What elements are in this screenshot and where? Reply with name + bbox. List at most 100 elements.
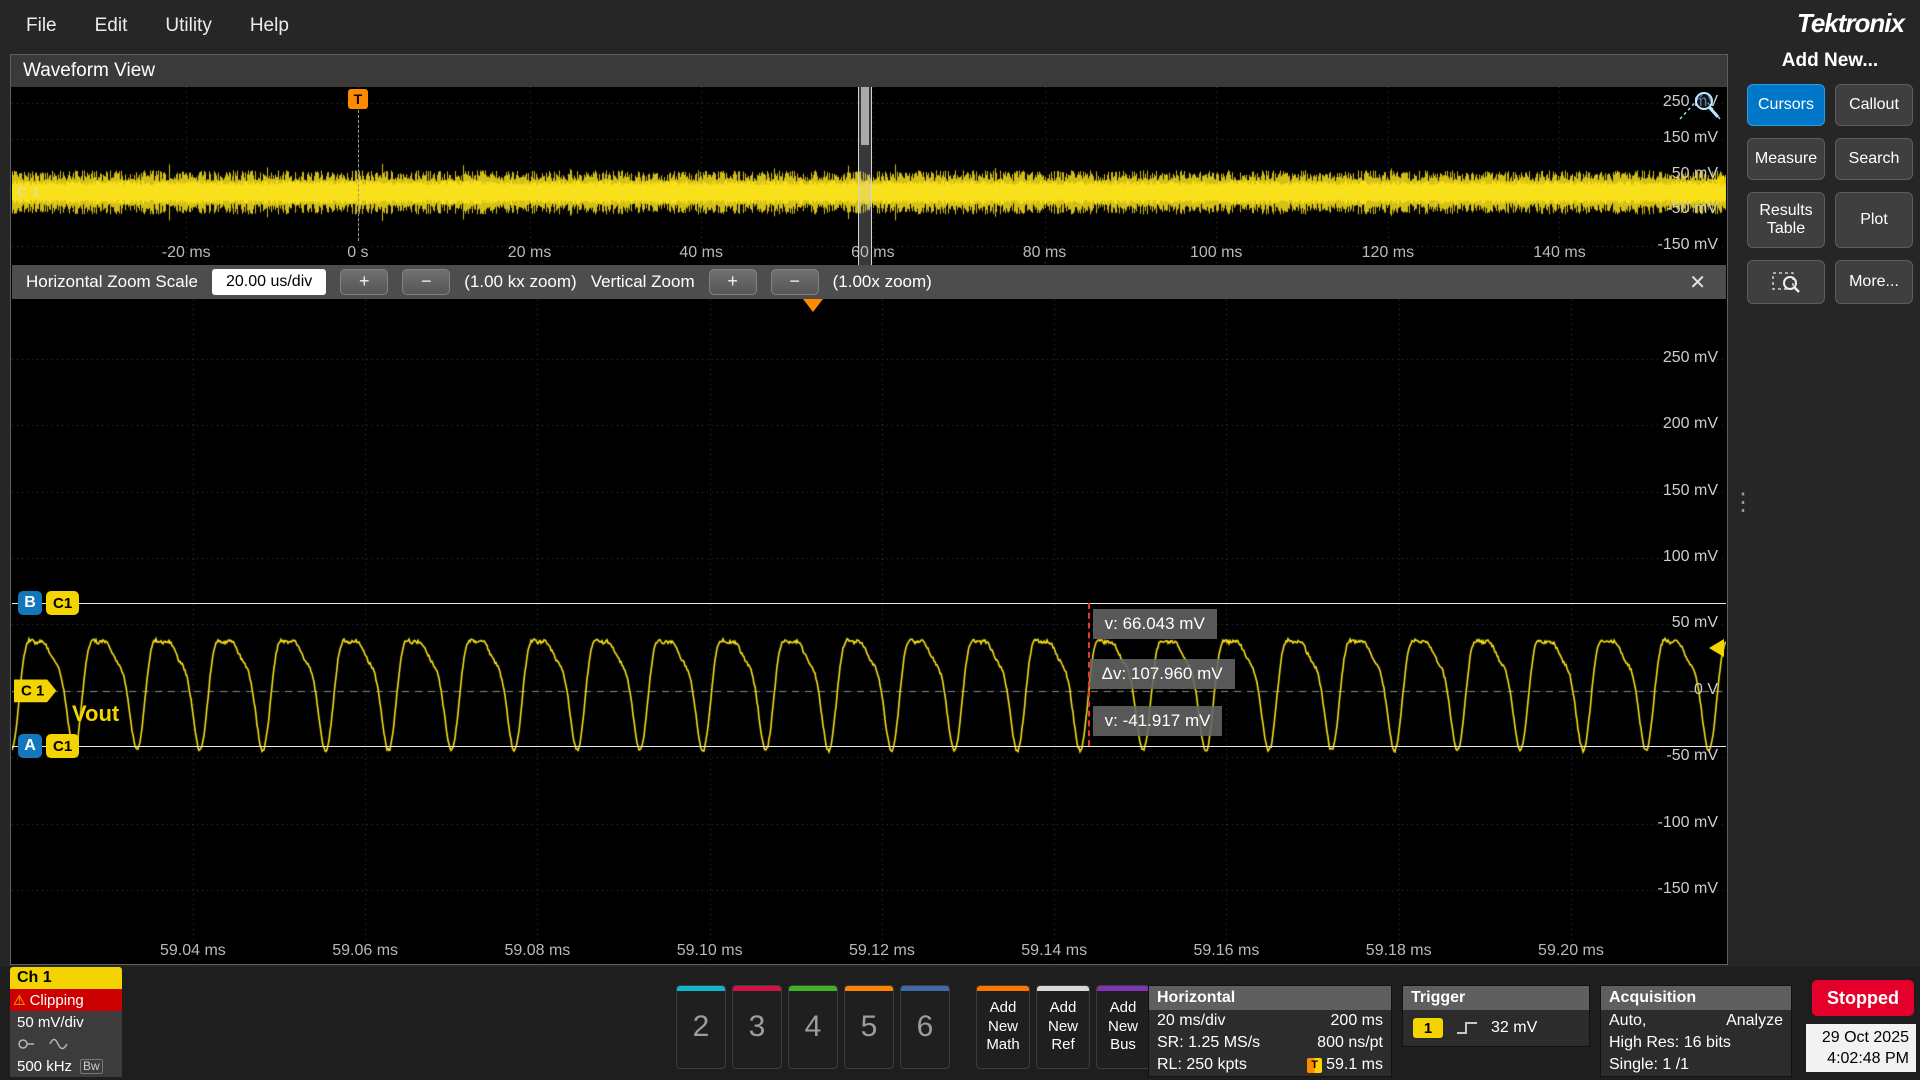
voltage-tick-label: 100 mV — [1663, 548, 1718, 566]
add-channel-4-button[interactable]: 4 — [788, 985, 838, 1069]
time-tick-label: 59.10 ms — [670, 942, 750, 960]
more-button[interactable]: More... — [1835, 260, 1913, 304]
status-bar: Ch 1 ⚠ Clipping 50 mV/div 500 kHz Bw — [0, 967, 1920, 1080]
add-new-math-button[interactable]: Add New Math — [976, 985, 1030, 1069]
hzoom-increase-button[interactable]: + — [340, 269, 388, 295]
trigger-flag[interactable]: T — [348, 89, 368, 109]
acquisition-panel[interactable]: Acquisition Auto, Analyze High Res: 16 b… — [1600, 985, 1792, 1077]
acquisition-mode-row: Auto, Analyze — [1601, 1010, 1791, 1032]
cursor-a-line[interactable] — [12, 746, 1726, 747]
zoom-close-button[interactable]: ✕ — [1683, 270, 1712, 295]
hzoom-scale-value[interactable]: 20.00 us/div — [212, 269, 326, 295]
voltage-tick-label: 0 V — [1694, 681, 1718, 699]
trigger-panel[interactable]: Trigger 1 32 mV — [1402, 985, 1590, 1047]
channel1-scale[interactable]: 50 mV/div — [10, 1011, 122, 1033]
cursor-a-badge[interactable]: A C1 — [18, 734, 79, 758]
add-channel-3-button[interactable]: 3 — [732, 985, 782, 1069]
zoom-magnifier-icon[interactable] — [1676, 89, 1722, 125]
vzoom-increase-button[interactable]: + — [709, 269, 757, 295]
add-callout-button[interactable]: Callout — [1835, 84, 1913, 126]
sine-wave-icon — [49, 1037, 69, 1051]
voltage-tick-label: -50 mV — [1666, 747, 1718, 765]
add-channel-6-button[interactable]: 6 — [900, 985, 950, 1069]
time-tick-label: 100 ms — [1176, 244, 1256, 262]
cursor-b-line[interactable] — [12, 603, 1726, 604]
app-root: File Edit Utility Help Tektronix Wavefor… — [0, 0, 1920, 1080]
overview-channel-label: C 1 — [17, 184, 40, 199]
horizontal-panel[interactable]: Horizontal 20 ms/div 200 ms SR: 1.25 MS/… — [1148, 985, 1392, 1077]
add-measure-button[interactable]: Measure — [1747, 138, 1825, 180]
add-math-line2: New — [988, 1018, 1018, 1037]
trigger-position-value: 59.1 ms — [1326, 1056, 1383, 1074]
add-math-line1: Add — [990, 999, 1017, 1018]
add-channel-2-button[interactable]: 2 — [676, 985, 726, 1069]
menu-bar: File Edit Utility Help Tektronix — [0, 0, 1920, 52]
sidebar-title: Add New... — [1747, 50, 1913, 72]
time-tick-label: 59.16 ms — [1186, 942, 1266, 960]
overview-plot[interactable]: T C 1 -20 ms0 s20 ms40 ms60 ms80 ms100 m… — [12, 87, 1726, 265]
sample-resolution: 800 ns/pt — [1317, 1034, 1383, 1052]
channel-annotation[interactable]: Vout — [72, 701, 119, 727]
cursor-a-channel-tag: C1 — [46, 734, 79, 758]
add-results-table-button[interactable]: Results Table — [1747, 192, 1825, 248]
horizontal-sr-row: SR: 1.25 MS/s 800 ns/pt — [1149, 1032, 1391, 1054]
acquisition-detail: High Res: 16 bits — [1609, 1034, 1731, 1052]
cursor-delta-readout[interactable]: Δv: 107.960 mV — [1090, 659, 1235, 689]
datetime-display: 29 Oct 2025 4:02:48 PM — [1806, 1024, 1916, 1072]
date-value: 29 Oct 2025 — [1813, 1027, 1909, 1048]
trigger-level-value: 32 mV — [1491, 1019, 1537, 1037]
zoom-toolbar: Horizontal Zoom Scale 20.00 us/div + − (… — [12, 265, 1726, 299]
add-ref-line3: Ref — [1051, 1036, 1074, 1055]
hzoom-decrease-button[interactable]: − — [402, 269, 450, 295]
acquisition-panel-title: Acquisition — [1601, 986, 1791, 1010]
zoom-area-button[interactable] — [1747, 260, 1825, 304]
menu-help[interactable]: Help — [238, 5, 315, 47]
add-channel-5-button[interactable]: 5 — [844, 985, 894, 1069]
acquisition-mode: Auto, — [1609, 1012, 1646, 1030]
run-state-button[interactable]: Stopped — [1812, 980, 1914, 1016]
vzoom-label: Vertical Zoom — [591, 272, 695, 292]
cursor-b-readout[interactable]: v: 66.043 mV — [1093, 609, 1217, 639]
add-cursors-button[interactable]: Cursors — [1747, 84, 1825, 126]
zoom-window-grip[interactable] — [861, 87, 869, 145]
sidebar-grid: Cursors Callout Measure Search Results T… — [1747, 84, 1913, 304]
clipping-text: Clipping — [30, 992, 84, 1009]
horizontal-scale-row: 20 ms/div 200 ms — [1149, 1010, 1391, 1032]
channel-buttons-row: 2 3 4 5 6 Add New Math Add New Ref Add N… — [676, 985, 1150, 1069]
acquisition-single: Single: 1 /1 — [1609, 1056, 1689, 1074]
menu-edit[interactable]: Edit — [83, 5, 154, 47]
trigger-position-indicator[interactable] — [803, 299, 823, 312]
cursor-a-readout[interactable]: v: -41.917 mV — [1093, 706, 1223, 736]
add-math-line3: Math — [986, 1036, 1019, 1055]
time-tick-label: -20 ms — [146, 244, 226, 262]
channel1-badge[interactable]: Ch 1 — [10, 967, 122, 989]
zoom-window[interactable] — [858, 87, 872, 265]
trigger-level-arrow[interactable] — [1709, 639, 1724, 657]
add-search-button[interactable]: Search — [1835, 138, 1913, 180]
panel-splitter[interactable]: ⋮ — [1731, 498, 1755, 508]
time-tick-label: 40 ms — [661, 244, 741, 262]
add-new-ref-button[interactable]: Add New Ref — [1036, 985, 1090, 1069]
trigger-settings-row: 1 32 mV — [1403, 1010, 1589, 1046]
channel1-bandwidth[interactable]: 500 kHz Bw — [10, 1055, 122, 1077]
voltage-tick-label: -100 mV — [1658, 814, 1718, 832]
time-tick-label: 80 ms — [1005, 244, 1085, 262]
add-new-bus-button[interactable]: Add New Bus — [1096, 985, 1150, 1069]
voltage-tick-label: -50 mV — [1666, 200, 1718, 218]
zoom-canvas[interactable] — [12, 299, 1726, 963]
cursor-b-badge[interactable]: B C1 — [18, 591, 79, 615]
vzoom-decrease-button[interactable]: − — [771, 269, 819, 295]
time-tick-label: 59.12 ms — [842, 942, 922, 960]
add-bus-line2: New — [1108, 1018, 1138, 1037]
voltage-tick-label: 200 mV — [1663, 415, 1718, 433]
panel-title: Waveform View — [11, 55, 1727, 87]
time-tick-label: 59.08 ms — [497, 942, 577, 960]
voltage-tick-label: 150 mV — [1663, 482, 1718, 500]
horizontal-scale: 20 ms/div — [1157, 1012, 1225, 1030]
add-plot-button[interactable]: Plot — [1835, 192, 1913, 248]
menu-file[interactable]: File — [14, 5, 83, 47]
zoom-plot[interactable]: B C1 A C1 v: 66.043 mV Δv: 107.960 mV v:… — [12, 299, 1726, 963]
overview-trigger-arrow[interactable] — [1714, 175, 1724, 187]
time-tick-label: 59.06 ms — [325, 942, 405, 960]
menu-utility[interactable]: Utility — [153, 5, 237, 47]
